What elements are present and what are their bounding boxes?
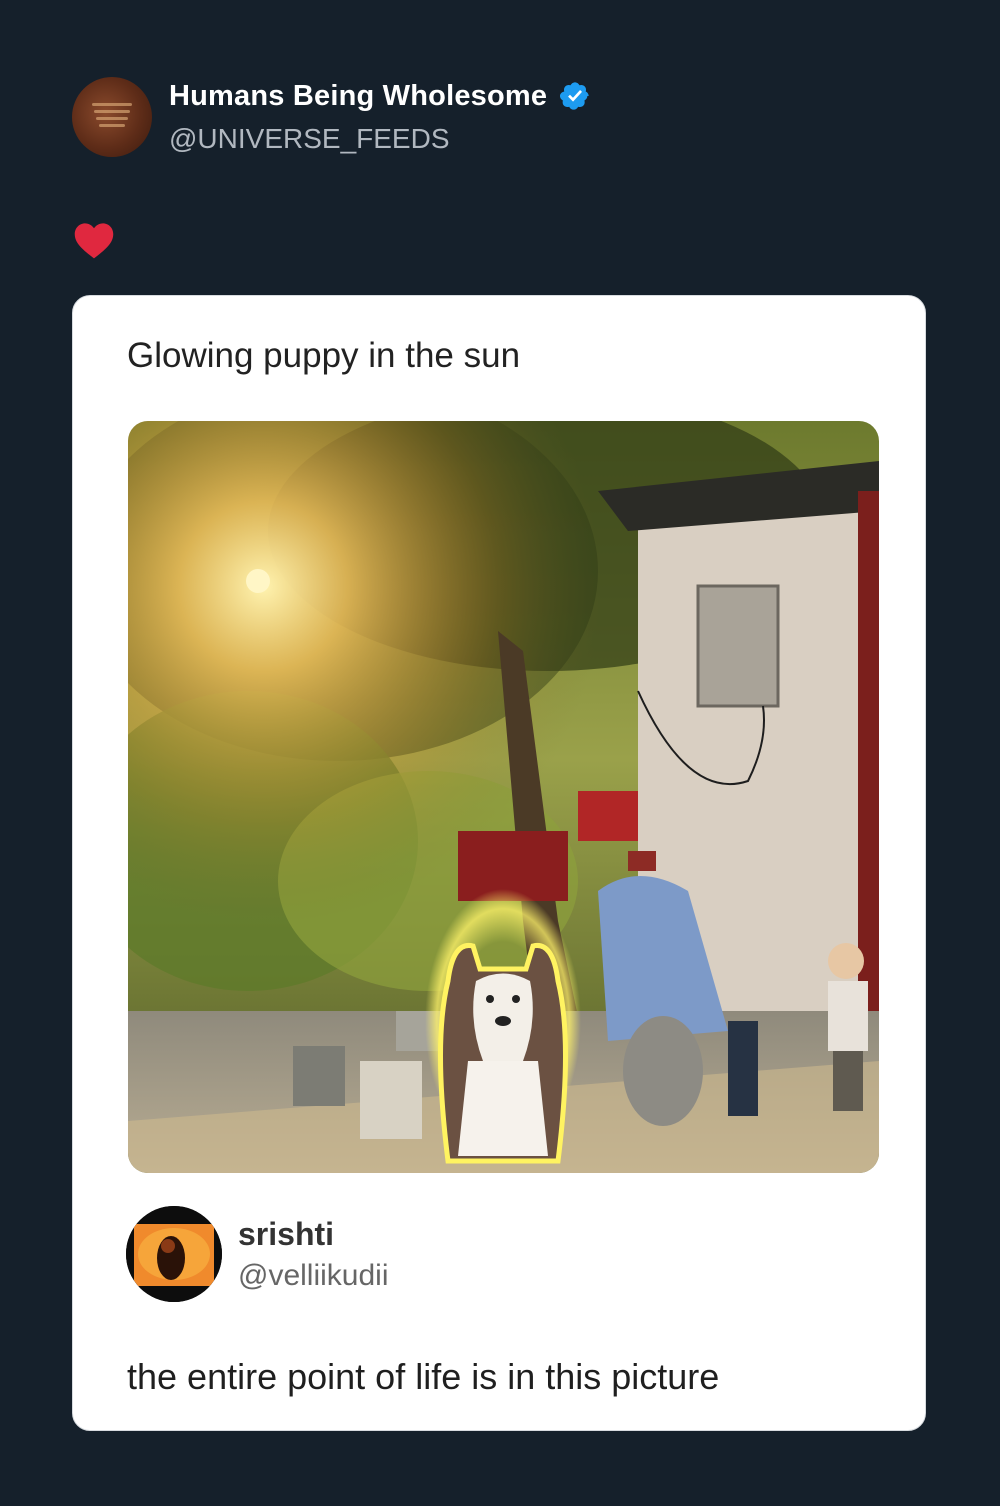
reply-handle[interactable]: @velliikudii bbox=[238, 1259, 389, 1293]
heart-icon bbox=[74, 223, 114, 259]
reply-text: the entire point of life is in this pict… bbox=[127, 1356, 720, 1397]
embedded-post-card[interactable]: Glowing puppy in the sun srishti @vellii… bbox=[72, 295, 926, 1431]
author-display-name[interactable]: Humans Being Wholesome bbox=[169, 80, 547, 113]
reply-avatar-image bbox=[126, 1206, 222, 1302]
embed-photo[interactable] bbox=[128, 421, 879, 1173]
verified-badge-icon bbox=[560, 82, 589, 110]
author-avatar[interactable] bbox=[72, 77, 152, 157]
reply-author: srishti @velliikudii bbox=[126, 1204, 389, 1304]
reply-display-name[interactable]: srishti bbox=[238, 1216, 389, 1253]
embed-caption: Glowing puppy in the sun bbox=[127, 336, 521, 375]
photo-illustration bbox=[128, 421, 879, 1173]
author-identity: Humans Being Wholesome @UNIVERSE_FEEDS bbox=[169, 80, 591, 155]
reply-avatar[interactable] bbox=[126, 1206, 222, 1302]
author-handle[interactable]: @UNIVERSE_FEEDS bbox=[169, 123, 591, 155]
post-header: Humans Being Wholesome @UNIVERSE_FEEDS bbox=[72, 76, 591, 158]
